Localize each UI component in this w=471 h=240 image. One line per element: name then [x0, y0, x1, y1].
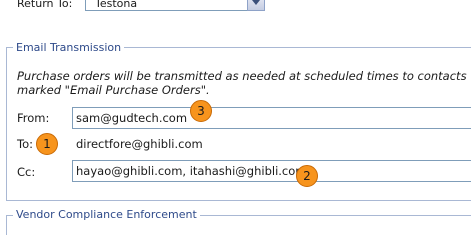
chevron-down-icon[interactable] — [247, 0, 265, 11]
email-group-bottom-border — [6, 200, 471, 201]
callout-badge-2: 2 — [296, 165, 318, 187]
cc-field[interactable]: hayao@ghibli.com, itahashi@ghibli.com — [72, 160, 471, 182]
callout-badge-3: 3 — [190, 100, 212, 122]
email-transmission-legend: Email Transmission — [13, 41, 125, 54]
vendor-group-left-border — [6, 215, 7, 235]
return-to-select-value: Testona — [95, 0, 138, 10]
cc-label: Cc: — [17, 165, 36, 179]
callout-badge-1: 1 — [36, 133, 58, 155]
return-to-label: Return To: — [17, 0, 73, 10]
email-group-left-border — [6, 47, 7, 201]
email-transmission-description: Purchase orders will be transmitted as n… — [17, 69, 467, 97]
to-value: directfore@ghibli.com — [76, 137, 203, 151]
vendor-compliance-legend: Vendor Compliance Enforcement — [13, 208, 200, 221]
to-label: To: — [17, 137, 33, 151]
from-label: From: — [17, 111, 50, 125]
from-field[interactable]: sam@gudtech.com — [72, 107, 471, 129]
